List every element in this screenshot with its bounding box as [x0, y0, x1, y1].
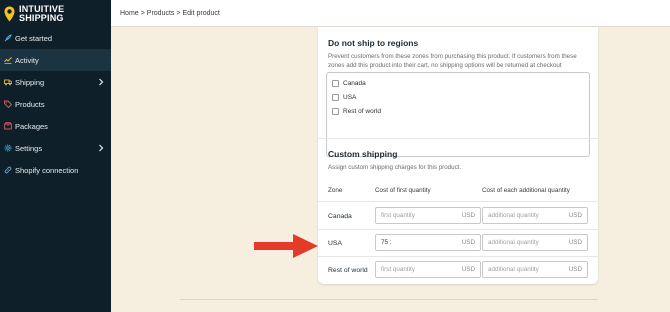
- sidebar-item-label: Get started: [15, 33, 53, 43]
- additional-quantity-input-rest-of-world[interactable]: additional quantity USD: [482, 261, 588, 278]
- chevron-right-icon: [99, 78, 104, 86]
- breadcrumb-current: Edit product: [182, 9, 220, 17]
- divider: [318, 229, 598, 230]
- first-quantity-input-rest-of-world[interactable]: first quantity USD: [375, 261, 481, 278]
- activity-icon: [4, 56, 12, 64]
- sidebar-item-label: Products: [15, 99, 45, 109]
- first-quantity-input-usa[interactable]: 75 : USD: [375, 234, 481, 251]
- additional-quantity-input-usa[interactable]: additional quantity USD: [482, 234, 588, 251]
- input-placeholder: first quantity: [381, 266, 415, 273]
- currency-label: USD: [461, 239, 475, 246]
- divider: [318, 256, 598, 257]
- zone-option-usa[interactable]: USA: [332, 94, 356, 101]
- currency-label: USD: [568, 239, 582, 246]
- sidebar-item-packages[interactable]: Packages: [0, 115, 111, 137]
- currency-label: USD: [568, 266, 582, 273]
- logo[interactable]: INTUITIVE SHIPPING: [0, 0, 111, 27]
- brand-name: INTUITIVE SHIPPING: [19, 4, 64, 23]
- sidebar-item-shopify-connection[interactable]: Shopify connection: [0, 159, 111, 181]
- sidebar-item-label: Packages: [15, 121, 48, 131]
- input-placeholder: additional quantity: [488, 266, 539, 273]
- sidebar-item-activity[interactable]: Activity: [0, 49, 111, 71]
- truck-icon: [4, 78, 12, 86]
- product-settings-card: Do not ship to regions Prevent customers…: [318, 27, 598, 284]
- sidebar-item-settings[interactable]: Settings: [0, 137, 111, 159]
- breadcrumb: Home > Products > Edit product: [111, 0, 670, 27]
- package-icon: [4, 122, 12, 130]
- sidebar-item-products[interactable]: Products: [0, 93, 111, 115]
- zone-name-canada: Canada: [328, 213, 352, 220]
- currency-label: USD: [461, 266, 475, 273]
- checkbox[interactable]: [332, 108, 339, 115]
- column-header-first-quantity: Cost of first quantity: [375, 187, 431, 194]
- zone-label: USA: [343, 94, 357, 101]
- divider: [318, 201, 598, 202]
- breadcrumb-home[interactable]: Home: [120, 10, 139, 17]
- sidebar-item-label: Activity: [15, 55, 39, 65]
- no-ship-zone-list: Canada USA Rest of world: [326, 72, 590, 157]
- brand-line-2: SHIPPING: [19, 12, 64, 23]
- breadcrumb-separator: >: [176, 9, 181, 17]
- chevron-right-icon: [99, 144, 104, 152]
- location-pin-icon: [4, 6, 15, 21]
- zone-name-rest-of-world: Rest of world: [328, 267, 368, 274]
- zone-label: Rest of world: [343, 108, 381, 115]
- input-placeholder: first quantity: [381, 212, 415, 219]
- column-header-zone: Zone: [328, 187, 343, 194]
- first-quantity-input-canada[interactable]: first quantity USD: [375, 207, 481, 224]
- sidebar-nav: Get started Activity Shipping Products P…: [0, 27, 111, 181]
- rocket-icon: [4, 34, 12, 42]
- gear-icon: [4, 144, 12, 152]
- link-icon: [4, 166, 12, 174]
- column-header-additional-quantity: Cost of each additional quantity: [482, 187, 570, 194]
- breadcrumb-separator: >: [140, 9, 145, 17]
- sidebar: INTUITIVE SHIPPING Get started Activity …: [0, 0, 111, 312]
- sidebar-item-get-started[interactable]: Get started: [0, 27, 111, 49]
- zone-option-rest-of-world[interactable]: Rest of world: [332, 108, 381, 115]
- zone-name-usa: USA: [328, 240, 342, 247]
- checkbox[interactable]: [332, 94, 339, 101]
- input-value: 75 :: [381, 239, 392, 246]
- annotation-arrow-icon: [254, 234, 318, 258]
- divider: [318, 138, 598, 139]
- sidebar-item-label: Shopify connection: [15, 165, 79, 175]
- sidebar-item-shipping[interactable]: Shipping: [0, 71, 111, 93]
- zone-option-canada[interactable]: Canada: [332, 80, 366, 87]
- currency-label: USD: [568, 212, 582, 219]
- zone-label: Canada: [343, 80, 366, 87]
- checkbox[interactable]: [332, 80, 339, 87]
- sidebar-item-label: Settings: [15, 143, 43, 153]
- custom-shipping-description: Assign custom shipping charges for this …: [328, 164, 462, 171]
- input-placeholder: additional quantity: [488, 212, 539, 219]
- page-divider: [180, 299, 598, 300]
- no-ship-title: Do not ship to regions: [328, 38, 419, 48]
- currency-label: USD: [461, 212, 475, 219]
- no-ship-description: Prevent customers from these zones from …: [328, 53, 577, 69]
- tag-icon: [4, 100, 12, 108]
- custom-shipping-title: Custom shipping: [328, 149, 398, 159]
- additional-quantity-input-canada[interactable]: additional quantity USD: [482, 207, 588, 224]
- breadcrumb-products[interactable]: Products: [147, 10, 175, 17]
- sidebar-item-label: Shipping: [15, 77, 45, 87]
- input-placeholder: additional quantity: [488, 239, 539, 246]
